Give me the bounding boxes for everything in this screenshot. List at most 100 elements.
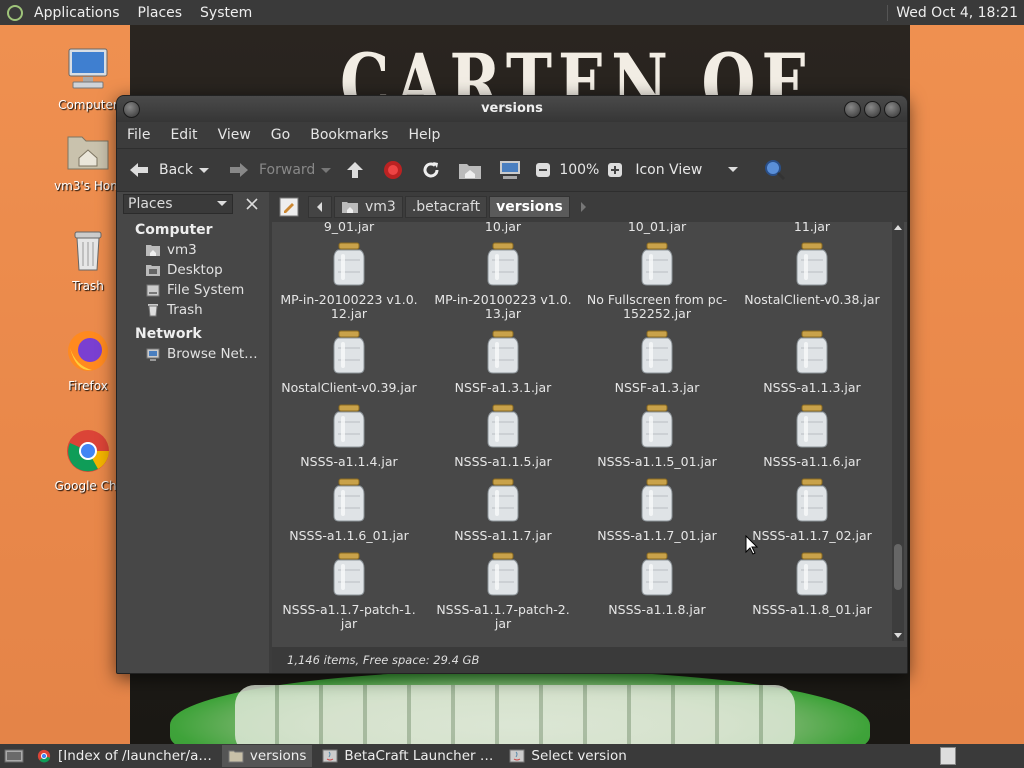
file-item[interactable]: NSSS-a1.1.7.jar — [426, 478, 580, 543]
view-mode-select[interactable]: Icon View — [635, 162, 739, 178]
path-scroll-right[interactable] — [572, 196, 594, 218]
computer-button[interactable] — [497, 159, 523, 181]
back-button[interactable]: Back — [127, 160, 213, 180]
file-item[interactable]: NSSS-a1.1.5.jar — [426, 404, 580, 469]
search-button[interactable] — [763, 158, 787, 182]
maximize-button[interactable] — [864, 101, 881, 118]
file-item[interactable]: NSSF-a1.3.1.jar — [426, 330, 580, 395]
taskbar-item[interactable]: versions — [221, 745, 313, 767]
file-label: NSSS-a1.1.7-patch-2. — [436, 602, 570, 617]
taskbar-item[interactable]: BetaCraft Launcher … — [316, 745, 499, 767]
icon-view[interactable]: 9_01.jar 10.jar 10_01.jar 11.jar MP-in-20100… — [272, 222, 890, 641]
chevron-down-icon — [217, 201, 227, 206]
file-item[interactable]: NSSS-a1.1.8.jar — [580, 552, 734, 617]
scroll-up-icon[interactable] — [892, 222, 904, 232]
up-button[interactable] — [343, 159, 367, 181]
path-scroll-left[interactable] — [308, 196, 332, 218]
taskbar-item[interactable]: [Index of /launcher/a… — [30, 745, 218, 767]
jar-file-icon — [641, 242, 673, 286]
clock[interactable]: Wed Oct 4, 18:21 — [887, 4, 1024, 21]
jar-file-icon — [333, 478, 365, 522]
task-list: [Index of /launcher/a… versions BetaCraft … — [30, 745, 637, 767]
chevron-right-icon — [580, 202, 586, 212]
trash-icon — [74, 231, 102, 271]
file-item[interactable]: NostalClient-v0.39.jar — [272, 330, 426, 395]
menu-go[interactable]: Go — [261, 127, 300, 143]
file-item[interactable]: NSSS-a1.1.7_01.jar — [580, 478, 734, 543]
sidebar-item-desktop[interactable]: Desktop — [117, 260, 269, 280]
show-desktop-icon[interactable] — [4, 748, 24, 764]
file-item-partial[interactable]: 10.jar — [426, 222, 580, 234]
file-item[interactable]: NostalClient-v0.38.jar — [735, 242, 889, 307]
menu-edit[interactable]: Edit — [160, 127, 207, 143]
sidebar-item-vm3[interactable]: vm3 — [117, 240, 269, 260]
menu-view[interactable]: View — [208, 127, 261, 143]
path-crumb-vm3[interactable]: vm3 — [334, 196, 403, 218]
zoom-out-button[interactable] — [535, 162, 551, 178]
stop-button[interactable] — [381, 159, 405, 181]
file-item[interactable]: NSSS-a1.1.6.jar — [735, 404, 889, 469]
sidebar-item-file-system[interactable]: File System — [117, 280, 269, 300]
up-arrow-icon — [347, 162, 364, 178]
file-item[interactable]: NSSS-a1.1.7_02.jar — [735, 478, 889, 543]
taskbar-item[interactable]: Select version — [503, 745, 632, 767]
file-item[interactable]: NSSS-a1.1.4.jar — [272, 404, 426, 469]
menu-file[interactable]: File — [117, 127, 160, 143]
file-item[interactable]: No Fullscreen from pc- 152252.jar — [580, 242, 734, 321]
menu-help[interactable]: Help — [398, 127, 450, 143]
path-crumb-versions[interactable]: versions — [489, 196, 570, 218]
file-item[interactable]: NSSS-a1.1.3.jar — [735, 330, 889, 395]
file-item[interactable]: NSSF-a1.3.jar — [580, 330, 734, 395]
jar-file-icon — [796, 478, 828, 522]
file-manager-window: versions File Edit View Go Bookmarks Hel… — [116, 95, 908, 674]
computer-icon — [500, 161, 521, 179]
status-bar: 1,146 items, Free space: 29.4 GB — [272, 647, 907, 673]
sidebar-item-label: File System — [167, 282, 245, 298]
close-icon[interactable] — [241, 194, 263, 214]
places-selector[interactable]: Places — [123, 194, 233, 214]
side-pane: Places Computer vm3 Desktop File System … — [117, 192, 269, 673]
file-item[interactable]: NSSS-a1.1.8_01.jar — [735, 552, 889, 617]
file-item[interactable]: NSSS-a1.1.7-patch-1. jar — [272, 552, 426, 631]
file-item[interactable]: MP-in-20100223 v1.0. 12.jar — [272, 242, 426, 321]
file-item[interactable]: NSSS-a1.1.6_01.jar — [272, 478, 426, 543]
places-menu[interactable]: Places — [129, 5, 192, 21]
window-menu-button[interactable] — [123, 101, 140, 118]
zoom-level: 100% — [559, 162, 600, 178]
menu-bookmarks[interactable]: Bookmarks — [300, 127, 398, 143]
applications-menu[interactable]: Applications — [25, 5, 129, 21]
file-label: NostalClient-v0.38.jar — [744, 292, 880, 307]
sidebar-item-browse-network[interactable]: Browse Net… — [117, 344, 269, 364]
sidebar-item-label: Trash — [167, 302, 203, 318]
scrollbar-thumb[interactable] — [894, 544, 902, 590]
file-item[interactable]: NSSS-a1.1.5_01.jar — [580, 404, 734, 469]
system-menu[interactable]: System — [191, 5, 261, 21]
reload-button[interactable] — [419, 159, 443, 181]
chevron-down-icon[interactable] — [193, 164, 213, 176]
path-crumb-label: .betacraft — [411, 199, 481, 215]
scroll-down-icon[interactable] — [892, 631, 904, 641]
vertical-scrollbar[interactable] — [892, 222, 904, 641]
jar-file-icon — [487, 552, 519, 596]
close-button[interactable] — [884, 101, 901, 118]
window-titlebar[interactable]: versions — [117, 96, 907, 122]
file-item[interactable]: MP-in-20100223 v1.0. 13.jar — [426, 242, 580, 321]
minimize-button[interactable] — [844, 101, 861, 118]
file-item-partial[interactable]: 11.jar — [735, 222, 889, 234]
path-crumb-betacraft[interactable]: .betacraft — [404, 196, 488, 218]
file-label: NSSS-a1.1.5.jar — [454, 454, 552, 469]
file-item-partial[interactable]: 10_01.jar — [580, 222, 734, 234]
forward-button[interactable]: Forward — [227, 160, 335, 180]
chevron-down-icon[interactable] — [315, 164, 335, 176]
jar-file-icon — [333, 330, 365, 374]
zoom-in-button[interactable] — [607, 162, 623, 178]
gnome-foot-icon[interactable] — [7, 4, 23, 21]
sidebar-item-label: Desktop — [167, 262, 223, 278]
home-button[interactable] — [457, 159, 483, 181]
file-item[interactable]: NSSS-a1.1.7-patch-2. jar — [426, 552, 580, 631]
jar-file-icon — [641, 330, 673, 374]
file-item-partial[interactable]: 9_01.jar — [272, 222, 426, 234]
workspace-switcher[interactable] — [940, 747, 956, 765]
edit-location-icon[interactable] — [278, 196, 300, 218]
sidebar-item-trash[interactable]: Trash — [117, 300, 269, 320]
